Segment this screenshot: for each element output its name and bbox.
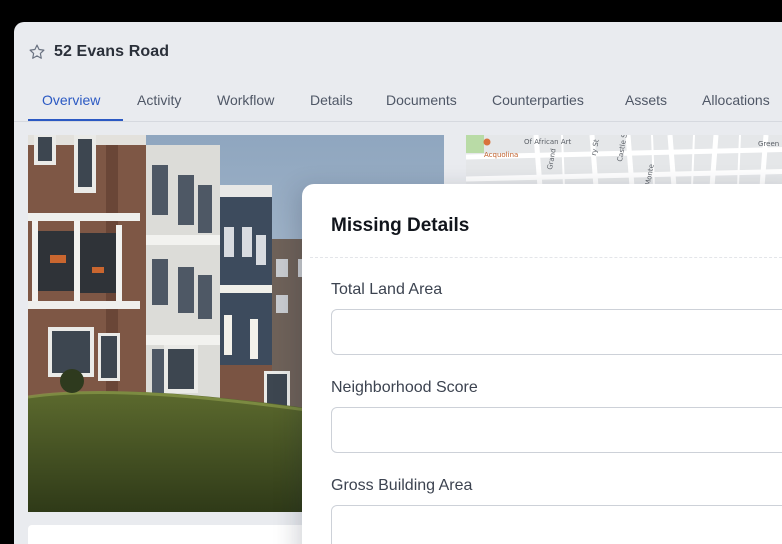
neighborhood-score-label: Neighborhood Score	[331, 379, 478, 396]
tab-allocations[interactable]: Allocations	[702, 92, 770, 108]
missing-details-modal: Missing Details Total Land Area Neighbor…	[302, 184, 782, 544]
total-land-area-input[interactable]	[331, 309, 782, 355]
tab-overview[interactable]: Overview	[42, 92, 100, 108]
location-map[interactable]: Of African Art Acquolina Green Grand Cas…	[466, 135, 782, 187]
star-icon[interactable]	[28, 43, 46, 61]
tab-activity[interactable]: Activity	[137, 92, 181, 108]
property-header: 52 Evans Road	[28, 40, 169, 64]
tab-counterparties[interactable]: Counterparties	[492, 92, 584, 108]
property-title: 52 Evans Road	[54, 43, 170, 60]
map-label-street-green: Green	[758, 140, 780, 148]
tab-workflow[interactable]: Workflow	[217, 92, 274, 108]
modal-title: Missing Details	[331, 215, 470, 236]
gross-building-area-label: Gross Building Area	[331, 477, 473, 494]
neighborhood-score-input[interactable]	[331, 407, 782, 453]
tab-bar: Overview Activity Workflow Details Docum…	[14, 86, 782, 122]
active-tab-indicator	[28, 119, 123, 121]
total-land-area-label: Total Land Area	[331, 281, 443, 298]
summary-card	[28, 525, 328, 544]
map-label-restaurant: Acquolina	[484, 151, 519, 159]
gross-building-area-input[interactable]	[331, 505, 782, 544]
map-label-museum: Of African Art	[524, 138, 572, 146]
tab-details[interactable]: Details	[310, 92, 353, 108]
modal-divider	[310, 257, 782, 258]
tab-documents[interactable]: Documents	[386, 92, 457, 108]
tab-assets[interactable]: Assets	[625, 92, 667, 108]
